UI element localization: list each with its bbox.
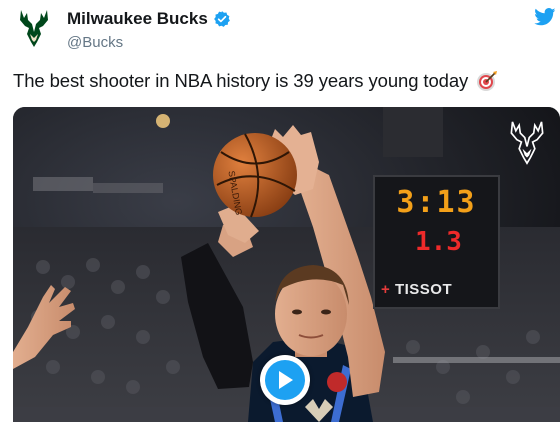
scoreboard: 3:13 1.3 + TISSOT <box>373 175 500 309</box>
twitter-bird-icon[interactable] <box>534 8 556 26</box>
avatar[interactable] <box>10 8 58 48</box>
tweet-card: Milwaukee Bucks @Bucks The best shooter … <box>0 0 560 422</box>
target-emoji-icon <box>477 71 498 91</box>
tweet-text: The best shooter in NBA history is 39 ye… <box>13 70 498 92</box>
video-media[interactable]: SPALDING 3:13 1.3 + TISSOT <box>13 107 560 422</box>
game-clock: 1.3 <box>415 227 462 257</box>
play-icon <box>279 371 293 389</box>
display-name[interactable]: Milwaukee Bucks <box>67 9 231 29</box>
sponsor-name: TISSOT <box>394 281 453 298</box>
sponsor-logo-text: + TISSOT <box>381 281 452 298</box>
display-name-text: Milwaukee Bucks <box>67 9 208 28</box>
bucks-watermark-icon <box>510 121 544 165</box>
play-button-circle <box>265 360 305 400</box>
shot-clock: 3:13 <box>396 185 477 220</box>
tweet-text-content: The best shooter in NBA history is 39 ye… <box>13 70 469 91</box>
sponsor-cross-icon: + <box>381 281 395 298</box>
handle[interactable]: @Bucks <box>67 34 123 51</box>
bucks-logo-icon <box>20 10 48 47</box>
verified-badge-icon <box>213 11 230 27</box>
play-button[interactable] <box>260 355 310 405</box>
